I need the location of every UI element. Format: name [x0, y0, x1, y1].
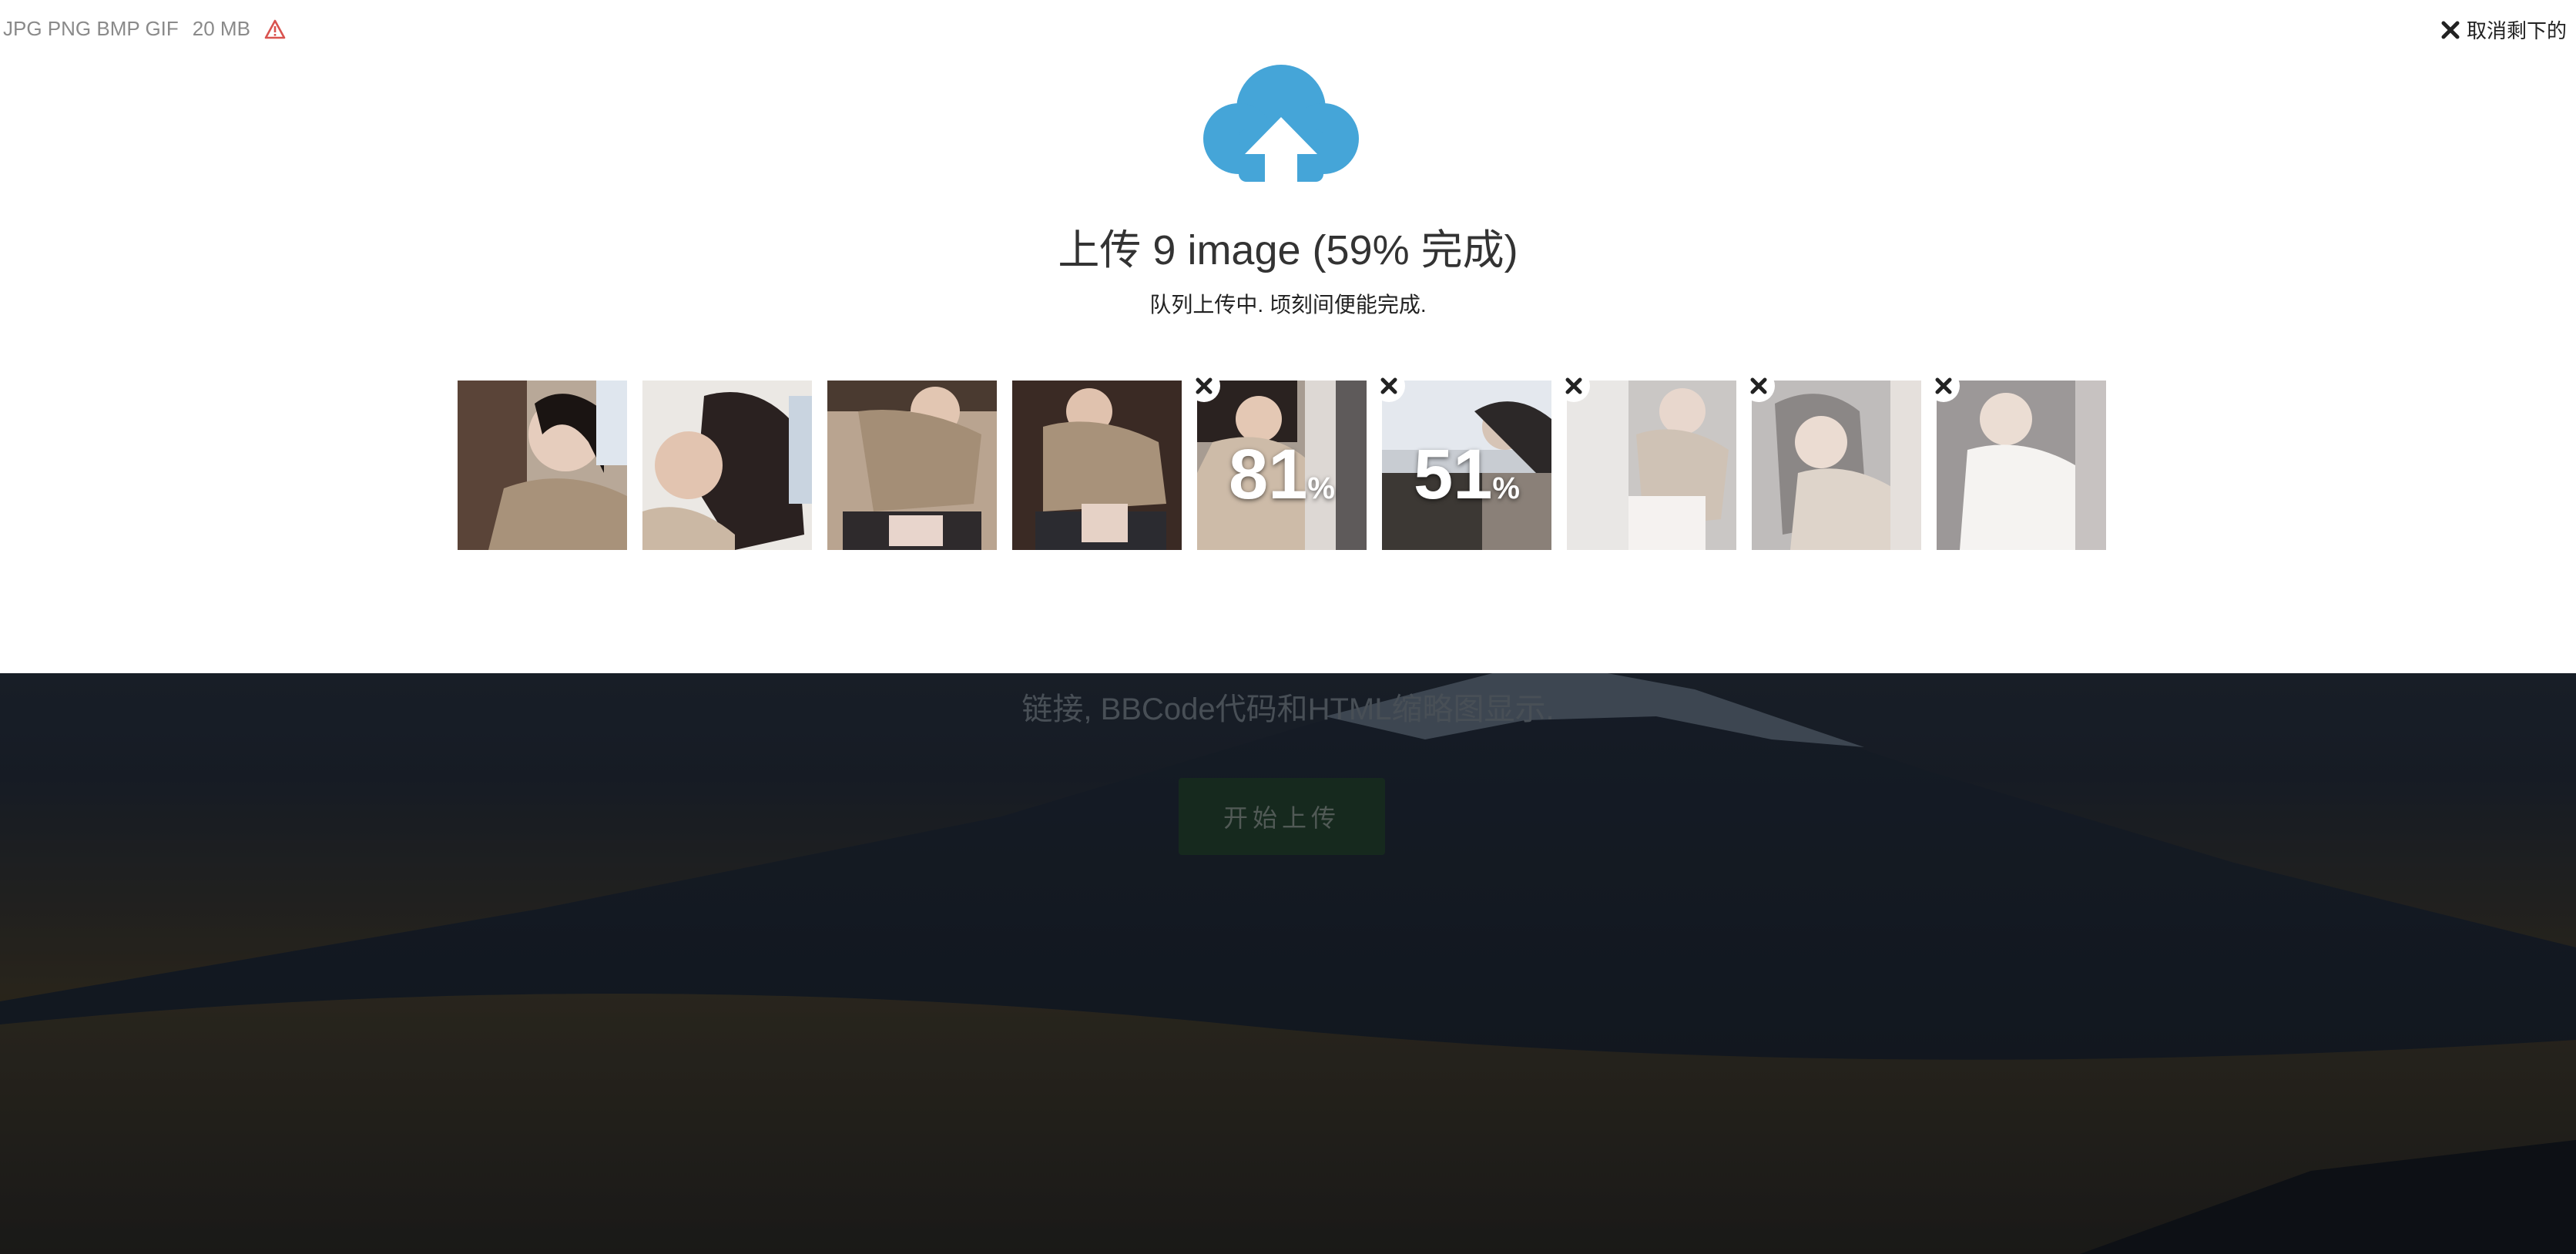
thumbnail-item-uploading[interactable]: 51% — [1373, 370, 1551, 550]
upload-progress-percent: 51% — [1414, 435, 1520, 514]
thumbnail-image — [1937, 381, 2106, 550]
thumbnail-item[interactable] — [458, 381, 627, 550]
max-file-size: 20 MB — [192, 17, 250, 40]
thumbnail-item[interactable] — [1012, 381, 1182, 550]
allowed-formats: JPG PNG BMP GIF — [3, 17, 179, 40]
thumbnail-image — [458, 381, 627, 550]
file-format-info: JPG PNG BMP GIF 20 MB — [3, 17, 286, 41]
cancel-remaining-label: 取消剩下的 — [2466, 19, 2567, 42]
remove-thumbnail-button[interactable] — [1558, 370, 1590, 402]
remove-thumbnail-button[interactable] — [1927, 370, 1960, 402]
upload-status-title: 上传 9 image (59% 完成) — [1058, 227, 1518, 273]
remove-thumbnail-button[interactable] — [1742, 370, 1775, 402]
close-icon — [1196, 377, 1213, 394]
warning-triangle-icon[interactable] — [264, 19, 286, 39]
thumbnail-image — [1752, 381, 1921, 550]
thumbnail-image — [1012, 381, 1182, 550]
cancel-remaining-button[interactable]: 取消剩下的 — [2440, 15, 2567, 44]
thumbnail-image — [827, 381, 997, 550]
close-icon — [1935, 377, 1952, 394]
thumbnail-image — [642, 381, 812, 550]
upload-panel: JPG PNG BMP GIF 20 MB 取消剩下的 上传 9 image (… — [0, 0, 2576, 673]
close-icon — [1750, 377, 1767, 394]
thumbnail-image — [1567, 381, 1736, 550]
remove-thumbnail-button[interactable] — [1188, 370, 1220, 402]
thumbnail-item-queued[interactable] — [1558, 370, 1736, 550]
cloud-upload-icon — [1202, 62, 1360, 185]
close-icon — [1380, 377, 1397, 394]
close-icon — [2440, 20, 2460, 40]
close-icon — [1565, 377, 1582, 394]
thumbnail-item-queued[interactable] — [1927, 370, 2106, 550]
upload-progress-percent: 81% — [1229, 435, 1335, 514]
remove-thumbnail-button[interactable] — [1373, 370, 1405, 402]
thumbnail-item-queued[interactable] — [1742, 370, 1921, 550]
thumbnail-item-uploading[interactable]: 81% — [1188, 370, 1367, 550]
thumbnail-item[interactable] — [642, 381, 812, 550]
upload-status-subtitle: 队列上传中. 顷刻间便能完成. — [1149, 293, 1427, 317]
thumbnail-item[interactable] — [827, 381, 997, 550]
